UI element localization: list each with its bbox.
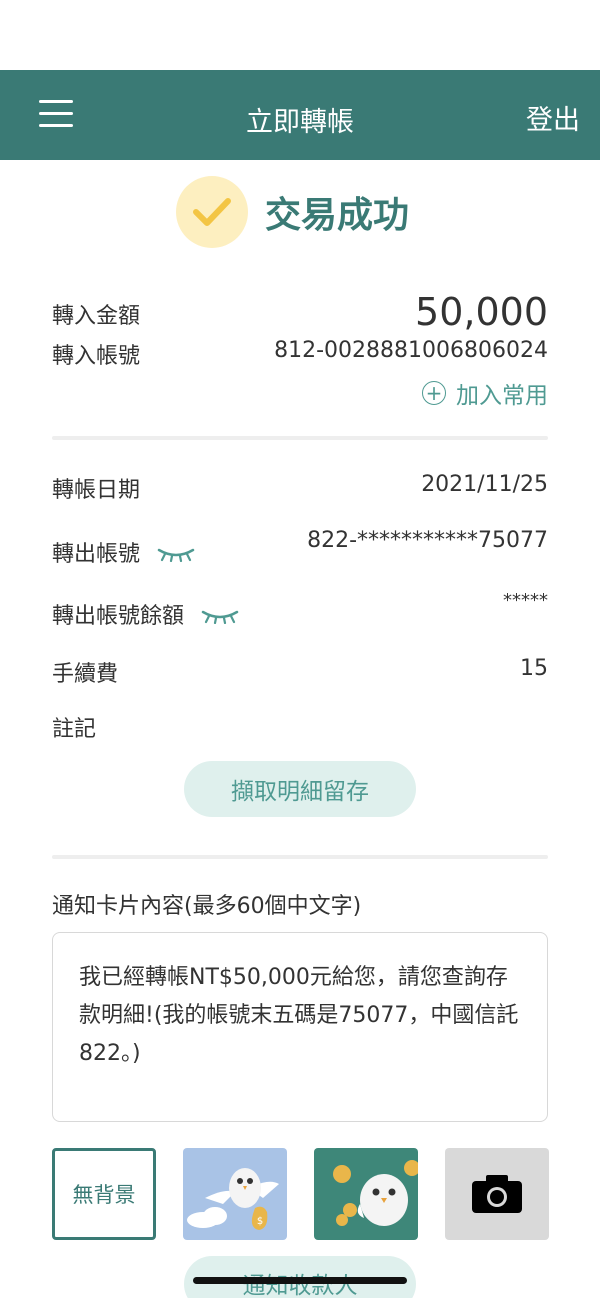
page-title: 立即轉帳 [246,107,354,138]
in-account-value: 812-0028881006806024 [274,338,548,363]
background-none-option[interactable]: 無背景 [52,1148,156,1240]
svg-text:$: $ [257,1216,263,1227]
in-account-label: 轉入帳號 [52,344,141,369]
divider [52,436,548,440]
save-detail-button[interactable]: 擷取明細留存 [184,761,416,817]
owl-money-bag-sky: $ [187,1168,279,1230]
home-indicator [193,1277,407,1284]
balance-label-wrap: 轉出帳號餘額 [52,598,239,630]
fee-row: 手續費 15 [52,656,548,687]
background-owl-sky-option[interactable]: $ [183,1148,287,1240]
success-text: 交易成功 [265,195,410,236]
check-icon [176,176,248,248]
date-label: 轉帳日期 [52,478,141,503]
date-row: 轉帳日期 2021/11/25 [52,472,548,503]
plus-circle-icon: + [422,381,446,405]
out-account-label: 轉出帳號 [52,542,141,567]
amount-row: 轉入金額 50,000 [52,290,548,336]
date-value: 2021/11/25 [421,472,548,497]
success-status: 交易成功 [176,176,409,248]
out-account-label-wrap: 轉出帳號 [52,536,195,568]
balance-value: ***** [503,590,548,611]
camera-icon [472,1175,522,1213]
add-favorite-label: 加入常用 [456,383,548,409]
app-header: 立即轉帳 登出 [0,70,600,160]
closed-eye-icon[interactable] [201,605,239,630]
closed-eye-icon[interactable] [157,543,195,568]
out-account-value: 822-***********75077 [307,528,548,553]
note-label: 註記 [52,717,97,742]
divider [52,855,548,859]
owl-coins-green [333,1160,418,1226]
logout-button[interactable]: 登出 [526,98,580,137]
balance-label: 轉出帳號餘額 [52,604,185,629]
balance-row: 轉出帳號餘額 ***** [52,590,548,629]
note-row: 註記 [52,711,548,742]
amount-label: 轉入金額 [52,304,141,329]
out-account-row: 轉出帳號 822-***********75077 [52,528,548,567]
fee-value: 15 [520,656,548,681]
camera-upload-option[interactable] [445,1148,549,1240]
notification-message-input[interactable]: 我已經轉帳NT$50,000元給您，請您查詢存款明細!(我的帳號末五碼是7507… [52,932,548,1122]
notification-section-title: 通知卡片內容(最多60個中文字) [52,894,362,919]
add-favorite-button[interactable]: + 加入常用 [422,376,548,410]
background-owl-coins-option[interactable] [314,1148,418,1240]
amount-value: 50,000 [415,290,548,334]
in-account-row: 轉入帳號 812-0028881006806024 [52,338,548,369]
fee-label: 手續費 [52,662,119,687]
